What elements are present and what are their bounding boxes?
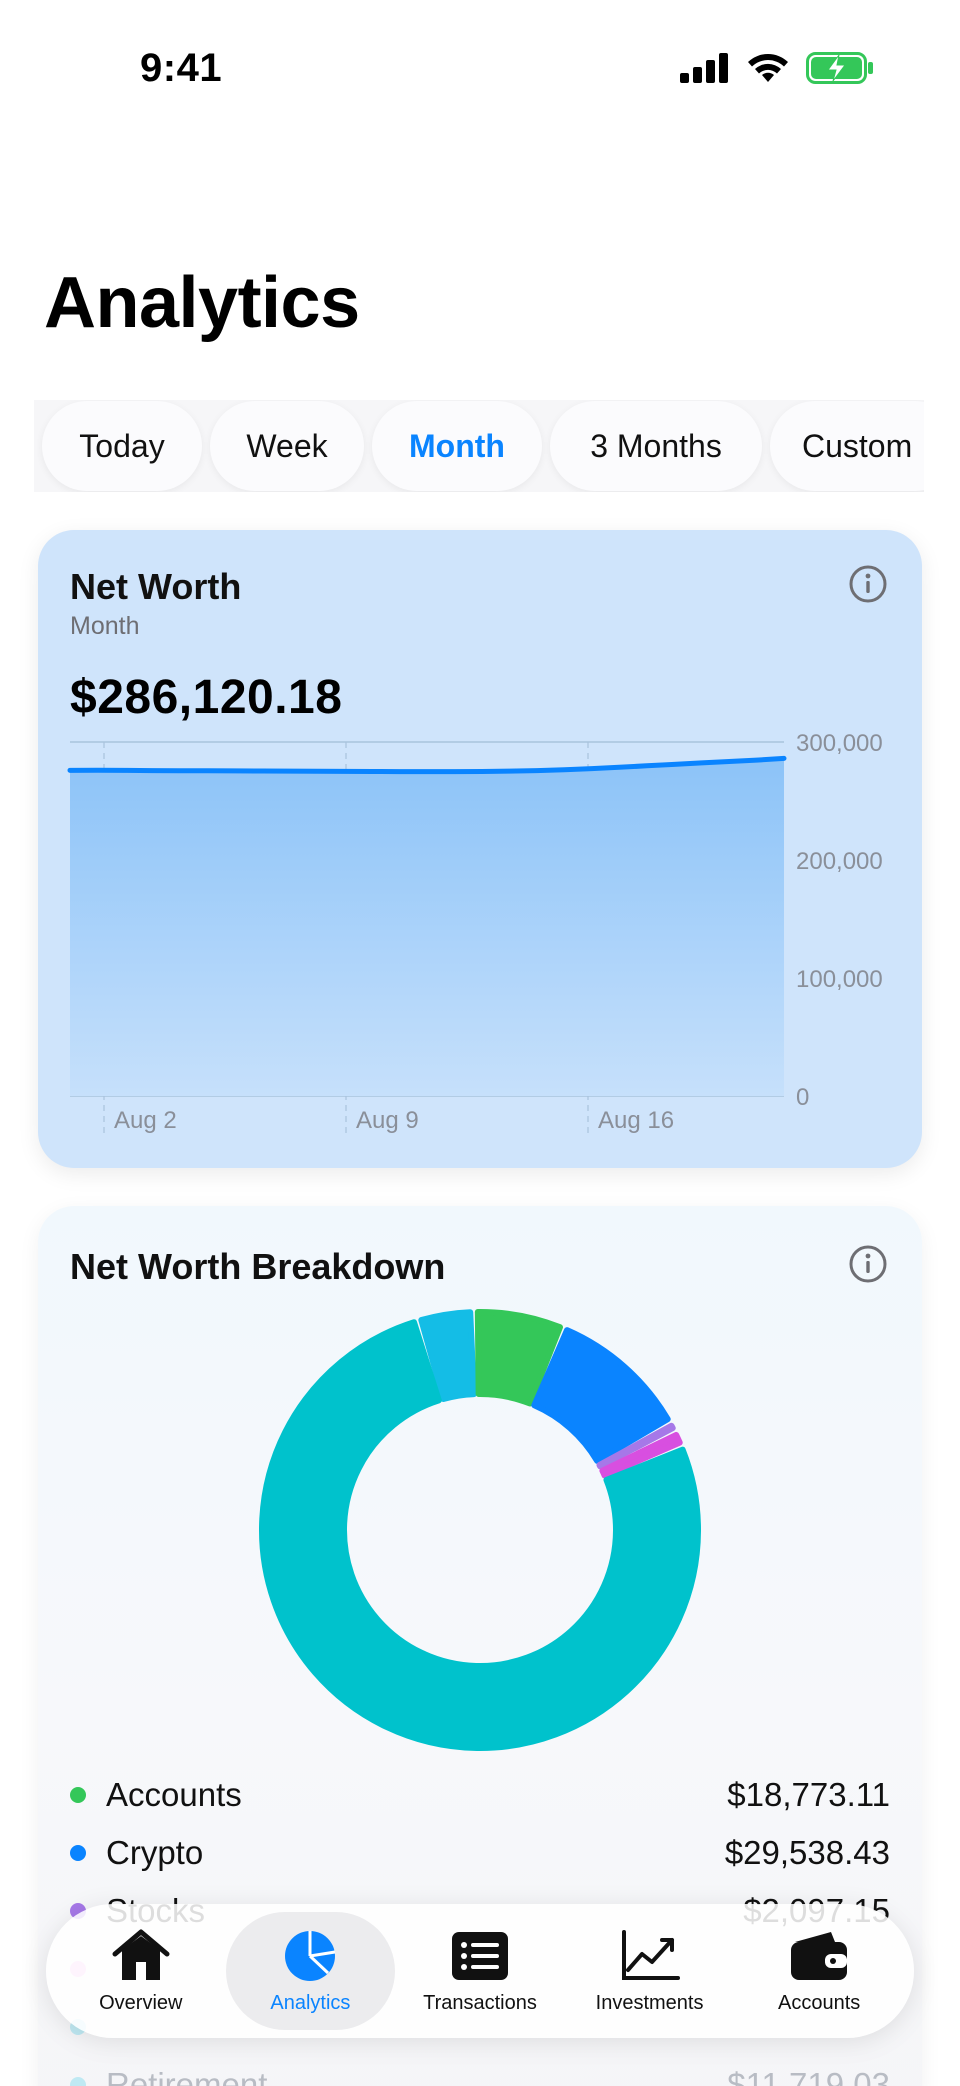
trend-icon	[621, 1929, 680, 1980]
tab-label: Analytics	[270, 1991, 351, 2014]
net-worth-chart: 300,000 200,000 100,000 0 Aug 2 Aug 9 Aug 16	[67, 730, 883, 1136]
legend-amount: $29,538.43	[724, 1834, 890, 1871]
wallet-icon	[791, 1931, 848, 1980]
status-bar: 9:41	[0, 0, 960, 140]
tab-analytics[interactable]: Analytics	[225, 1912, 396, 2030]
range-tab-custom[interactable]: Custom	[770, 401, 924, 491]
tab-label: Accounts	[778, 1991, 861, 2014]
tab-label: Investments	[595, 1991, 704, 2014]
legend-row-crypto[interactable]: Crypto $29,538.43	[70, 1824, 890, 1882]
x-axis-ticks: Aug 2 Aug 9 Aug 16	[114, 1107, 674, 1134]
range-tab-3-months[interactable]: 3 Months	[550, 401, 762, 491]
legend-row-retirement[interactable]: Retirement $11,719.03	[70, 2056, 890, 2086]
cellular-signal-icon	[680, 53, 728, 83]
page-title: Analytics	[44, 263, 360, 343]
y-tick-label: 300,000	[796, 730, 883, 757]
tab-transactions[interactable]: Transactions	[395, 1912, 565, 2030]
chart-area	[70, 758, 784, 1096]
range-tab-label: Today	[79, 427, 165, 464]
range-tab-month[interactable]: Month	[372, 401, 542, 491]
tab-investments[interactable]: Investments	[565, 1912, 735, 2030]
breakdown-donut-chart	[259, 1309, 701, 1751]
x-tick-label: Aug 2	[114, 1107, 177, 1134]
legend-amount: $18,773.11	[727, 1776, 890, 1813]
legend-label: Accounts	[106, 1776, 242, 1813]
legend-amount: $11,719.03	[727, 2066, 890, 2086]
house-icon	[112, 1929, 170, 1980]
tab-label: Overview	[99, 1991, 183, 2014]
range-tab-label: Month	[409, 427, 505, 464]
range-tab-today[interactable]: Today	[42, 401, 202, 491]
legend-row-accounts[interactable]: Accounts $18,773.11	[70, 1766, 890, 1824]
legend-dot	[70, 1787, 86, 1803]
range-tab-label: Custom	[802, 427, 913, 464]
y-tick-label: 0	[796, 1084, 809, 1111]
battery-charging-icon	[806, 52, 873, 84]
legend-dot	[70, 1845, 86, 1861]
range-tab-label: Week	[246, 427, 328, 464]
net-worth-card[interactable]: Net Worth Month $286,120.18 300,000 200,0…	[38, 530, 922, 1168]
x-tick-label: Aug 16	[598, 1107, 674, 1134]
tab-bar: Overview Analytics Transactions Investme…	[46, 1904, 914, 2038]
list-icon	[451, 1931, 508, 1980]
y-axis-ticks: 300,000 200,000 100,000 0	[796, 730, 883, 1111]
y-tick-label: 100,000	[796, 966, 883, 993]
legend-dot	[70, 2077, 86, 2086]
legend-label: Retirement	[106, 2066, 268, 2086]
x-tick-label: Aug 9	[356, 1107, 419, 1134]
wifi-icon	[748, 54, 788, 82]
tab-overview[interactable]: Overview	[56, 1912, 226, 2030]
status-time: 9:41	[140, 46, 223, 90]
range-selector: Today Week Month 3 Months Custom	[34, 400, 924, 492]
tab-label: Transactions	[423, 1991, 537, 2014]
range-tab-label: 3 Months	[590, 427, 722, 464]
y-tick-label: 200,000	[796, 848, 883, 875]
pie-chart-icon	[285, 1930, 336, 1981]
status-icons	[680, 52, 874, 84]
tab-accounts[interactable]: Accounts	[734, 1912, 904, 2030]
legend-label: Crypto	[106, 1834, 204, 1871]
range-tab-week[interactable]: Week	[210, 401, 364, 491]
